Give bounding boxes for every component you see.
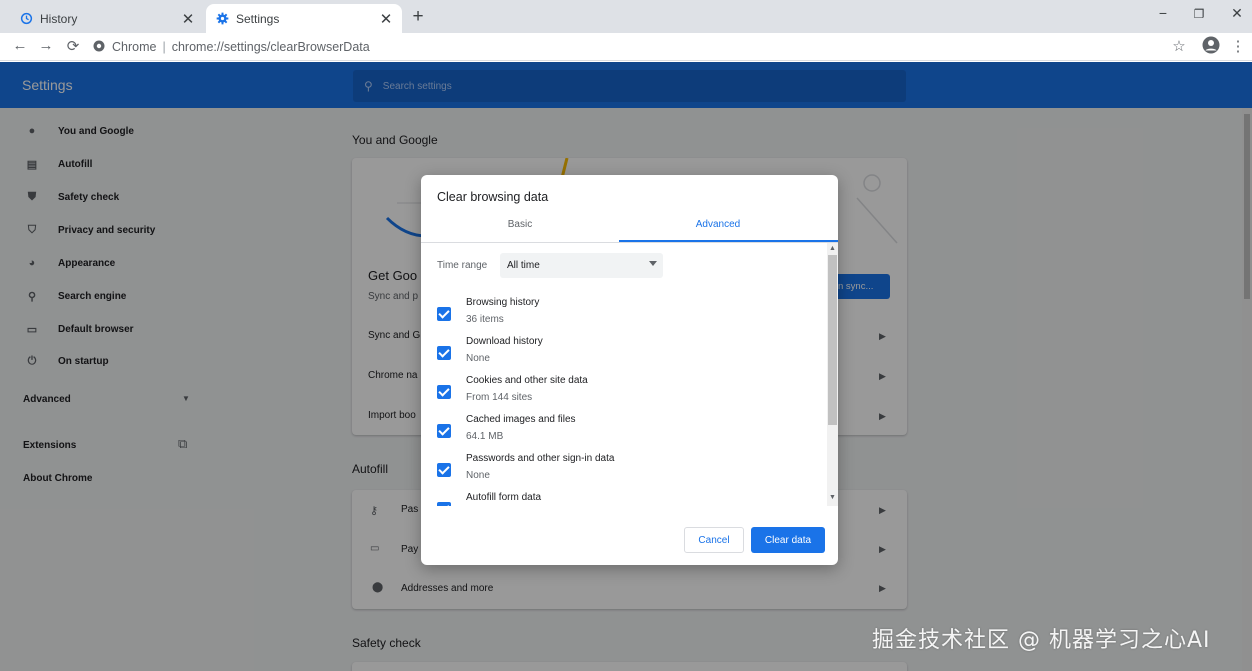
checkbox-item-download-history[interactable]: Download history None — [421, 336, 821, 375]
url-text: chrome://settings/clearBrowserData — [171, 40, 370, 54]
checkbox-subtitle: 64.1 MB — [466, 431, 504, 442]
chrome-site-icon — [93, 40, 105, 55]
kebab-menu-icon[interactable]: ⋮ — [1228, 37, 1248, 55]
checkbox-subtitle: None — [466, 470, 490, 481]
tab-strip: History ✕ Settings ✕ + − ❐ ✕ — [0, 0, 1252, 33]
time-range-select[interactable]: All time — [500, 253, 663, 278]
tab-history-close-icon[interactable]: ✕ — [180, 10, 196, 28]
checkbox-checked[interactable] — [437, 385, 451, 399]
checkbox-title: Cached images and files — [466, 414, 576, 425]
new-tab-button[interactable]: + — [408, 6, 428, 28]
checkbox-item-cached-images[interactable]: Cached images and files 64.1 MB — [421, 414, 821, 453]
site-label: Chrome — [112, 40, 157, 54]
watermark-text: 掘金技术社区 @ 机器学习之心AI — [872, 628, 1211, 653]
checkbox-title: Passwords and other sign-in data — [466, 453, 615, 464]
checkbox-item-cookies[interactable]: Cookies and other site data From 144 sit… — [421, 375, 821, 414]
time-range-label: Time range — [437, 260, 488, 271]
minimize-button[interactable]: − — [1148, 5, 1178, 21]
checkbox-item-passwords[interactable]: Passwords and other sign-in data None — [421, 453, 821, 492]
checkbox-item-autofill[interactable]: Autofill form data — [421, 492, 821, 506]
checkbox-checked[interactable] — [437, 307, 451, 321]
address-bar[interactable]: Chrome | chrome://settings/clearBrowserD… — [93, 36, 1193, 58]
maximize-button[interactable]: ❐ — [1184, 7, 1214, 21]
chevron-down-icon — [649, 261, 657, 266]
history-icon — [19, 12, 33, 26]
checkbox-title: Download history — [466, 336, 543, 347]
tab-basic[interactable]: Basic — [421, 219, 619, 243]
checkbox-title: Cookies and other site data — [466, 375, 588, 386]
scroll-up-arrow-icon[interactable]: ▲ — [827, 245, 838, 252]
tab-settings[interactable]: Settings ✕ — [206, 4, 402, 33]
checkbox-subtitle: None — [466, 353, 490, 364]
forward-arrow-icon[interactable]: → — [36, 37, 56, 54]
clear-data-button[interactable]: Clear data — [751, 527, 825, 553]
tab-selected-indicator — [619, 240, 838, 242]
tab-history-title: History — [40, 11, 78, 26]
checkbox-title: Autofill form data — [466, 492, 542, 503]
cancel-button[interactable]: Cancel — [684, 527, 744, 553]
dialog-title: Clear browsing data — [437, 190, 549, 204]
tab-settings-close-icon[interactable]: ✕ — [378, 10, 394, 28]
reload-icon[interactable]: ⟳ — [63, 37, 83, 55]
checkbox-item-browsing-history[interactable]: Browsing history 36 items — [421, 297, 821, 336]
dialog-scrollbar-thumb[interactable] — [828, 255, 837, 425]
url-separator: | — [162, 40, 166, 54]
dialog-scroll-area: Time range All time Browsing history 36 … — [421, 243, 826, 506]
checkbox-checked[interactable] — [437, 424, 451, 438]
scroll-down-arrow-icon[interactable]: ▼ — [827, 494, 838, 501]
clear-browsing-data-dialog: Clear browsing data Basic Advanced Time … — [421, 175, 838, 565]
checkbox-subtitle: 36 items — [466, 314, 504, 325]
browser-toolbar: ← → ⟳ Chrome | chrome://settings/clearBr… — [0, 33, 1252, 61]
checkbox-checked[interactable] — [437, 463, 451, 477]
profile-icon[interactable] — [1201, 36, 1221, 58]
tab-settings-title: Settings — [236, 11, 280, 26]
checkbox-title: Browsing history — [466, 297, 540, 308]
time-range-value: All time — [507, 260, 540, 271]
checkbox-subtitle: From 144 sites — [466, 392, 533, 403]
star-icon[interactable]: ☆ — [1169, 37, 1189, 55]
tab-history[interactable]: History ✕ — [6, 4, 204, 33]
checkbox-checked[interactable] — [437, 346, 451, 360]
window-close-button[interactable]: ✕ — [1222, 5, 1252, 22]
checkbox-checked[interactable] — [437, 502, 451, 506]
gear-icon — [215, 12, 229, 26]
back-arrow-icon[interactable]: ← — [10, 37, 30, 54]
